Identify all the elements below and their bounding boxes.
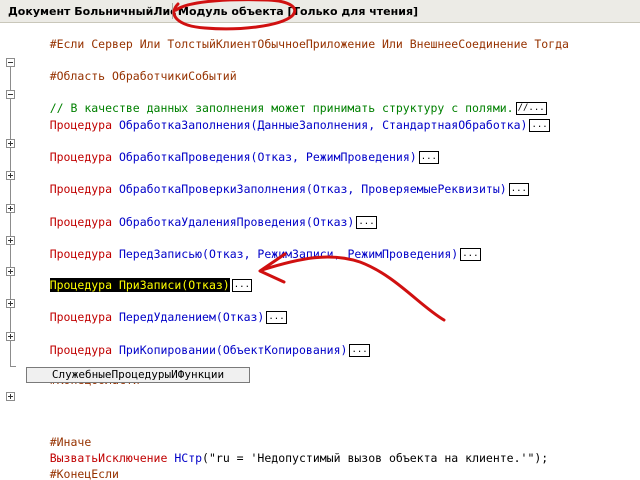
code-line-raise: ВызватьИсключение НСтр("ru = 'Недопустим… xyxy=(49,451,549,465)
collapsed-region-button[interactable]: СлужебныеПроцедурыИФункции xyxy=(26,367,250,383)
fold-toggle-comment[interactable] xyxy=(6,90,15,99)
code-line-comment: // В качестве данных заполнения может пр… xyxy=(49,101,547,115)
collapsed-proc-marker[interactable]: ... xyxy=(529,119,550,132)
fold-toggle-proc-2[interactable] xyxy=(6,171,15,180)
fold-toggle-proc-5[interactable] xyxy=(6,267,15,276)
fold-toggle-proc-6[interactable] xyxy=(6,299,15,308)
code-editor[interactable]: #Если Сервер Или ТолстыйКлиентОбычноеПри… xyxy=(0,23,640,480)
collapsed-proc-marker[interactable]: ... xyxy=(231,279,252,292)
code-line-proc-4: Процедура ПередЗаписью(Отказ, РежимЗапис… xyxy=(49,247,481,261)
code-line-proc-5-selected: Процедура ПриЗаписи(Отказ)... xyxy=(22,264,252,292)
code-line-endif: #КонецЕсли xyxy=(49,467,119,480)
fold-toggle-proc-3[interactable] xyxy=(6,204,15,213)
document-tabs: Документ БольничныйЛист Модуль объекта [… xyxy=(0,0,640,23)
region-guide-line xyxy=(10,67,11,366)
collapsed-proc-marker[interactable]: ... xyxy=(418,151,439,164)
fold-toggle-service-region[interactable] xyxy=(6,392,15,401)
code-line-proc-7: Процедура ПриКопировании(ОбъектКопирован… xyxy=(49,343,370,357)
collapsed-proc-marker[interactable]: ... xyxy=(460,248,481,261)
code-line-else: #Иначе xyxy=(49,435,92,449)
collapsed-proc-marker[interactable]: ... xyxy=(356,216,377,229)
fold-toggle-proc-1[interactable] xyxy=(6,139,15,148)
code-line-region-start: #Область ОбработчикиСобытий xyxy=(49,69,237,83)
code-line-directive-if: #Если Сервер Или ТолстыйКлиентОбычноеПри… xyxy=(49,37,569,51)
code-line-proc-1: Процедура ОбработкаПроведения(Отказ, Реж… xyxy=(49,150,439,164)
code-line-proc-0: Процедура ОбработкаЗаполнения(ДанныеЗапо… xyxy=(49,118,550,132)
tab-separator xyxy=(172,3,173,19)
region-guide-end xyxy=(10,366,16,367)
code-line-proc-2: Процедура ОбработкаПроверкиЗаполнения(От… xyxy=(49,182,529,196)
fold-toggle-proc-4[interactable] xyxy=(6,236,15,245)
fold-toggle-proc-7[interactable] xyxy=(6,332,15,341)
collapsed-proc-marker[interactable]: ... xyxy=(266,311,287,324)
tab-document[interactable]: Документ БольничныйЛист xyxy=(8,5,183,18)
code-line-proc-3: Процедура ОбработкаУдаленияПроведения(От… xyxy=(49,215,377,229)
tab-object-module[interactable]: Модуль объекта [Только для чтения] xyxy=(178,5,418,18)
selected-procedure-header[interactable]: Процедура ПриЗаписи(Отказ) xyxy=(49,278,230,292)
fold-toggle-region[interactable] xyxy=(6,58,15,67)
collapsed-proc-marker[interactable]: ... xyxy=(349,344,370,357)
code-line-proc-6: Процедура ПередУдалением(Отказ)... xyxy=(49,310,287,324)
collapsed-proc-marker[interactable]: ... xyxy=(508,183,529,196)
